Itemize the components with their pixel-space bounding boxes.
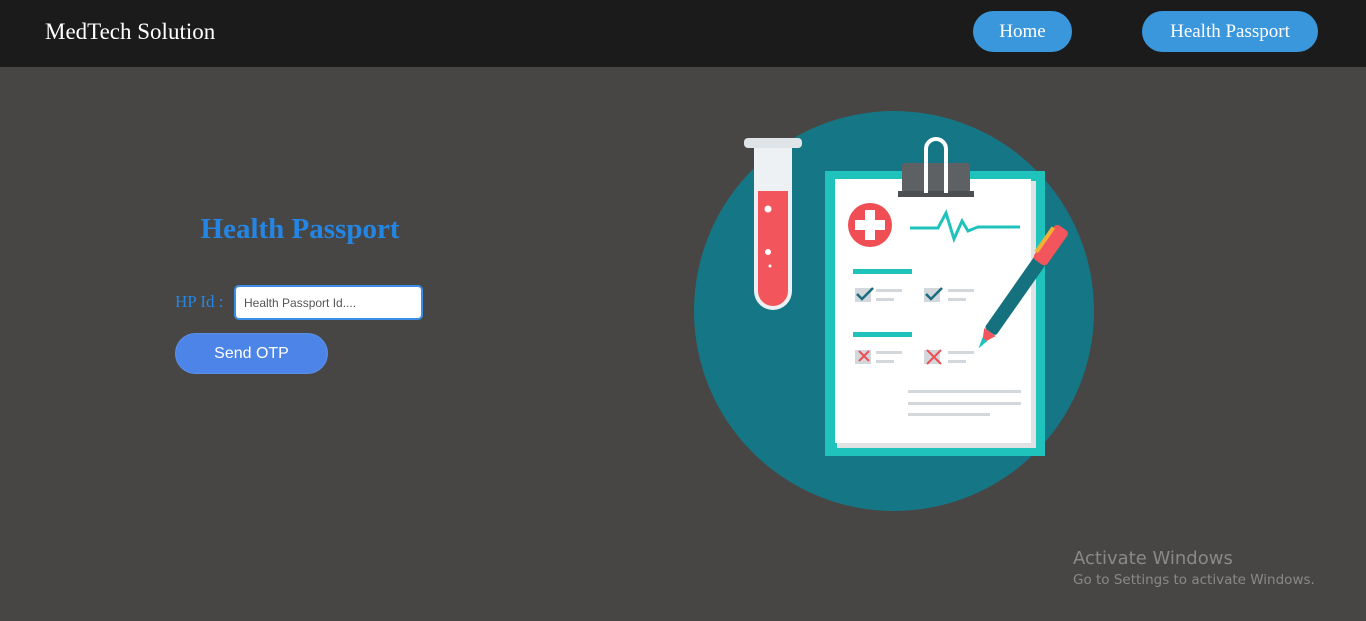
section-bar	[853, 269, 912, 274]
hp-id-input[interactable]	[234, 285, 423, 320]
send-otp-button[interactable]: Send OTP	[175, 333, 328, 374]
medical-cross-icon	[848, 203, 892, 247]
brand-title[interactable]: MedTech Solution	[45, 19, 215, 45]
form-title: Health Passport	[200, 213, 400, 245]
navbar: MedTech Solution Home Health Passport	[0, 0, 1366, 67]
watermark-subtitle: Go to Settings to activate Windows.	[1073, 572, 1315, 588]
activate-windows-watermark: Activate Windows Go to Settings to activ…	[1073, 548, 1315, 588]
watermark-title: Activate Windows	[1073, 548, 1233, 569]
nav-home-button[interactable]: Home	[973, 11, 1072, 52]
hp-id-label: HP Id :	[175, 292, 224, 311]
section-bar	[853, 332, 912, 337]
medical-illustration	[694, 111, 1094, 511]
nav-health-passport-button[interactable]: Health Passport	[1142, 11, 1318, 52]
